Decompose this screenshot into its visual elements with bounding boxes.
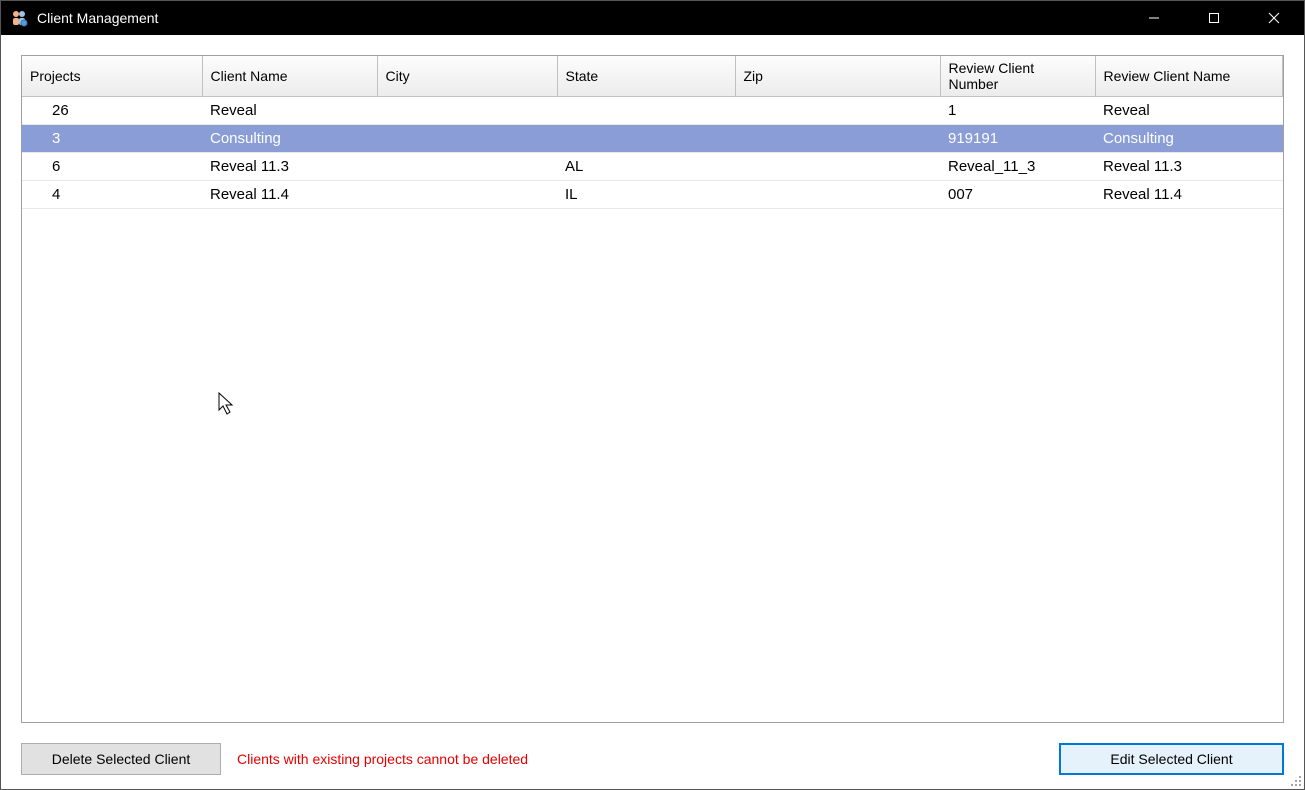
cell-city [377, 97, 557, 125]
app-icon [9, 8, 29, 28]
window-title: Client Management [37, 10, 1124, 26]
cell-client-name: Reveal 11.4 [202, 181, 377, 209]
cell-review-client-number: 1 [940, 97, 1095, 125]
header-projects[interactable]: Projects [22, 56, 202, 97]
cell-review-client-name: Reveal [1095, 97, 1283, 125]
delete-selected-client-button[interactable]: Delete Selected Client [21, 743, 221, 775]
cell-review-client-name: Reveal 11.3 [1095, 153, 1283, 181]
cell-projects: 6 [22, 153, 202, 181]
close-button[interactable] [1244, 1, 1304, 35]
table-row[interactable]: 6Reveal 11.3ALReveal_11_3Reveal 11.3 [22, 153, 1283, 181]
header-state[interactable]: State [557, 56, 735, 97]
minimize-button[interactable] [1124, 1, 1184, 35]
status-message: Clients with existing projects cannot be… [237, 751, 528, 767]
cell-state [557, 125, 735, 153]
cell-zip [735, 153, 940, 181]
content-area: Projects Client Name City State Zip Revi… [1, 35, 1304, 733]
maximize-button[interactable] [1184, 1, 1244, 35]
header-client-name[interactable]: Client Name [202, 56, 377, 97]
cell-review-client-number: 007 [940, 181, 1095, 209]
bottom-bar: Delete Selected Client Clients with exis… [1, 733, 1304, 789]
cell-city [377, 181, 557, 209]
header-city[interactable]: City [377, 56, 557, 97]
clients-table-container[interactable]: Projects Client Name City State Zip Revi… [21, 55, 1284, 723]
cell-review-client-number: Reveal_11_3 [940, 153, 1095, 181]
cell-review-client-name: Reveal 11.4 [1095, 181, 1283, 209]
cell-state: IL [557, 181, 735, 209]
header-review-client-number[interactable]: Review Client Number [940, 56, 1095, 97]
resize-grip[interactable] [1286, 771, 1302, 787]
table-row[interactable]: 26Reveal1Reveal [22, 97, 1283, 125]
cell-client-name: Reveal [202, 97, 377, 125]
client-management-window: Client Management Projects Cl [0, 0, 1305, 790]
header-review-client-name[interactable]: Review Client Name [1095, 56, 1283, 97]
table-header-row: Projects Client Name City State Zip Revi… [22, 56, 1283, 97]
close-icon [1268, 12, 1280, 24]
cell-state: AL [557, 153, 735, 181]
cell-zip [735, 125, 940, 153]
window-controls [1124, 1, 1304, 35]
clients-table: Projects Client Name City State Zip Revi… [22, 56, 1283, 209]
titlebar[interactable]: Client Management [1, 1, 1304, 35]
cell-zip [735, 97, 940, 125]
maximize-icon [1208, 12, 1220, 24]
cell-projects: 4 [22, 181, 202, 209]
header-zip[interactable]: Zip [735, 56, 940, 97]
table-row[interactable]: 4Reveal 11.4IL007Reveal 11.4 [22, 181, 1283, 209]
cell-city [377, 125, 557, 153]
cell-review-client-name: Consulting [1095, 125, 1283, 153]
cell-client-name: Reveal 11.3 [202, 153, 377, 181]
table-row[interactable]: 3Consulting919191Consulting [22, 125, 1283, 153]
cell-state [557, 97, 735, 125]
cell-review-client-number: 919191 [940, 125, 1095, 153]
edit-selected-client-button[interactable]: Edit Selected Client [1059, 743, 1284, 775]
minimize-icon [1148, 12, 1160, 24]
cell-zip [735, 181, 940, 209]
cell-projects: 3 [22, 125, 202, 153]
resize-grip-icon [1286, 771, 1302, 787]
cell-projects: 26 [22, 97, 202, 125]
cell-client-name: Consulting [202, 125, 377, 153]
cell-city [377, 153, 557, 181]
